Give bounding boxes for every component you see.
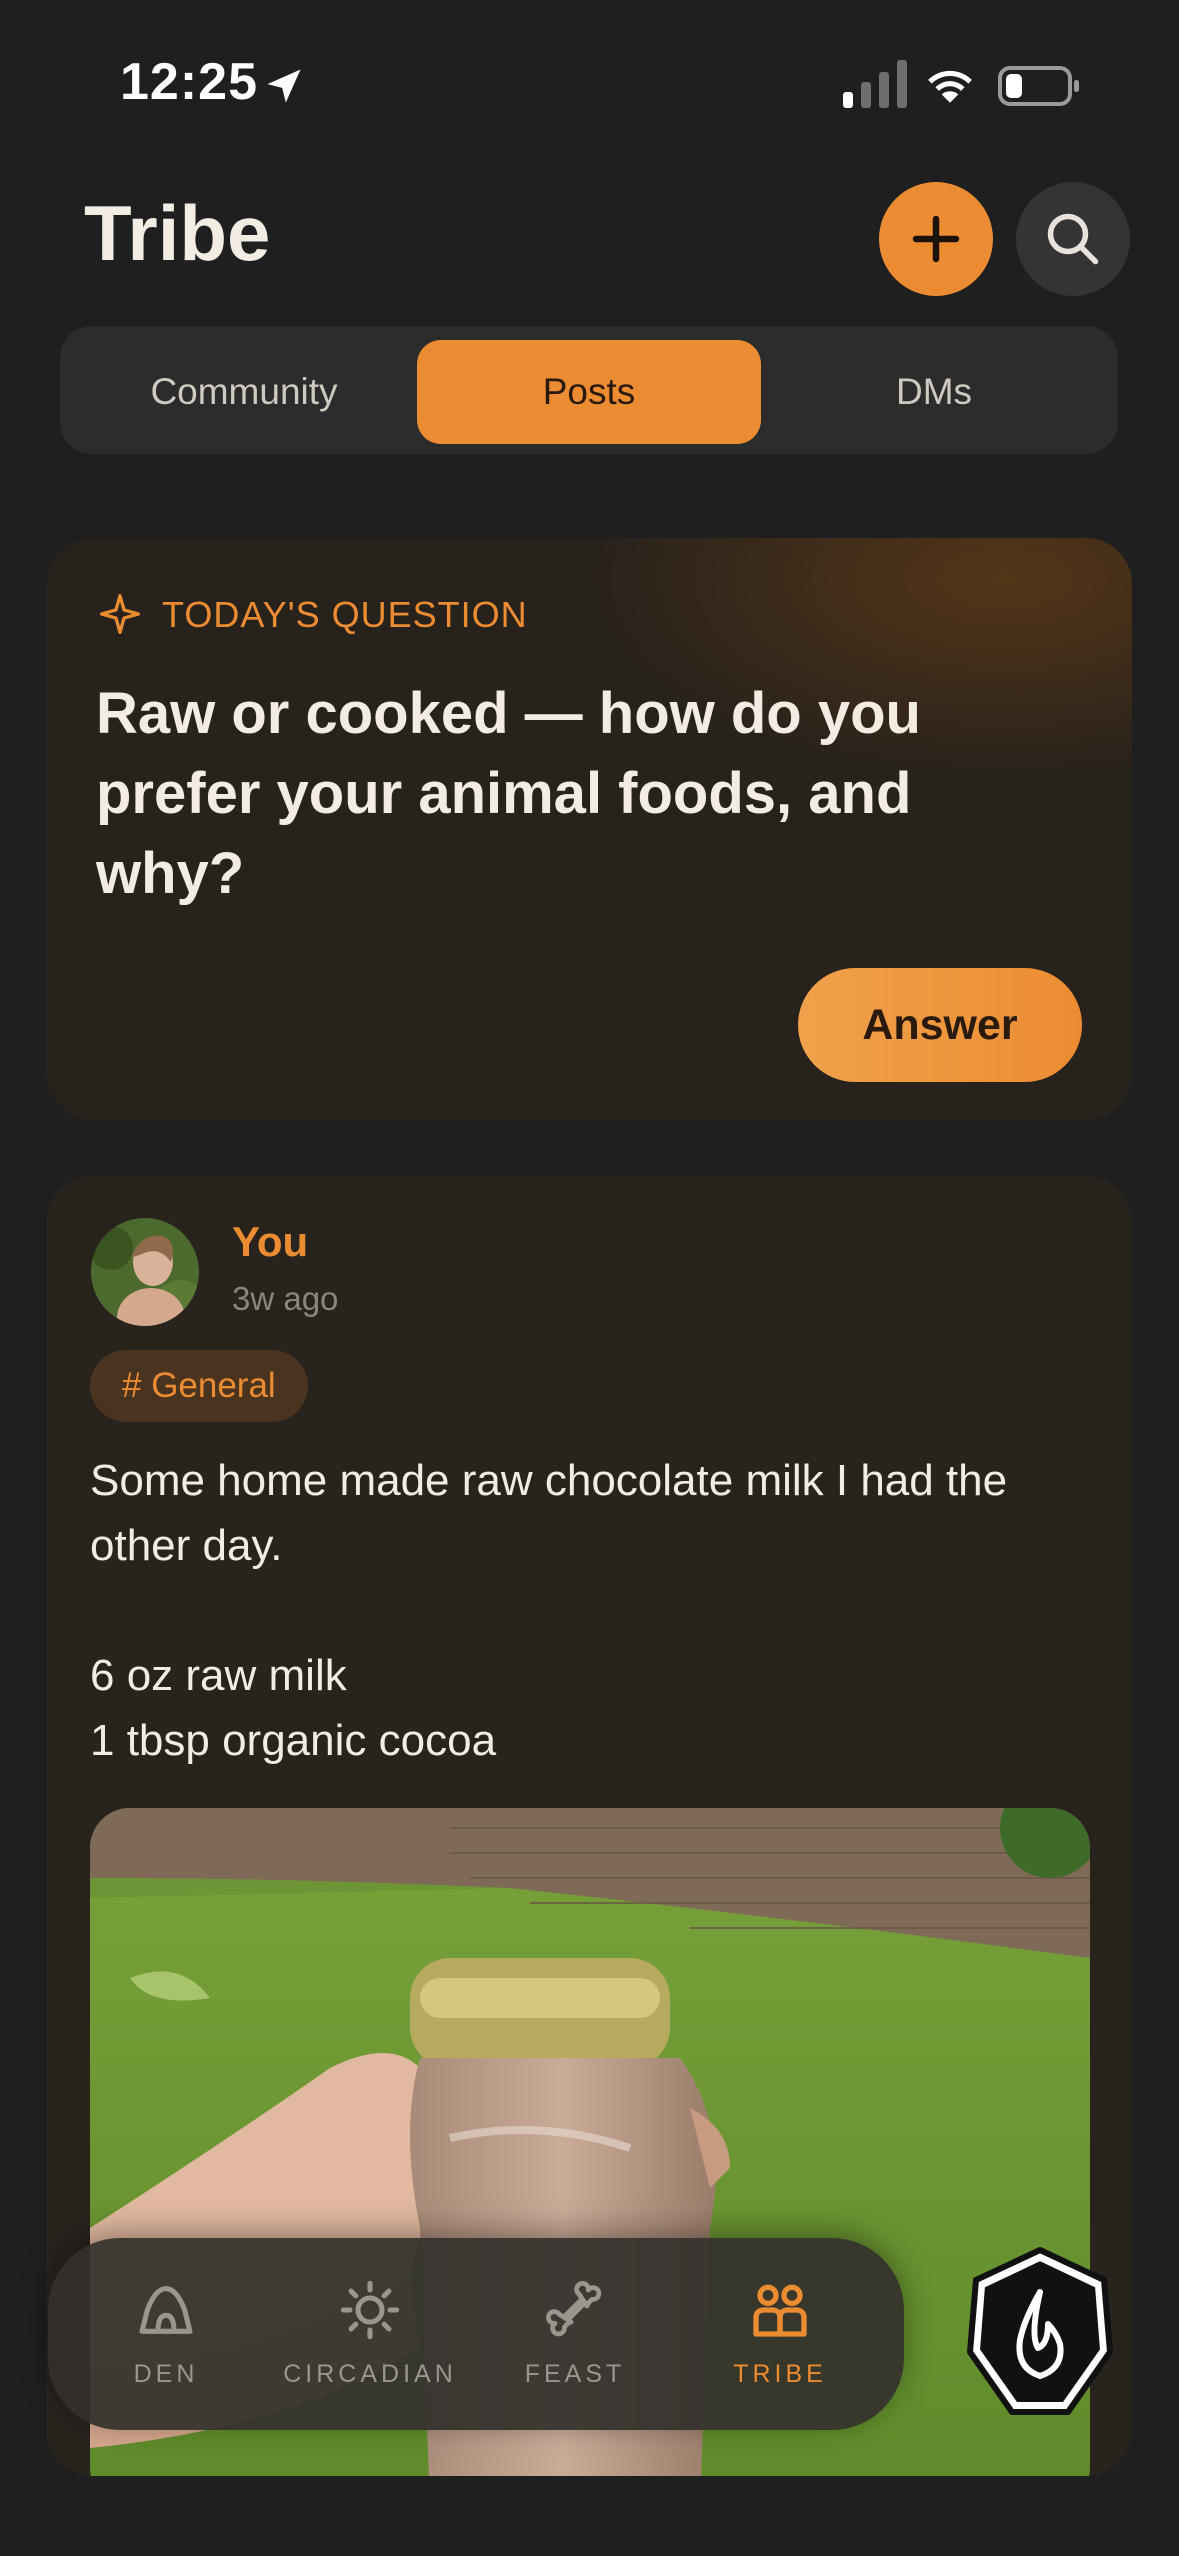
den-icon: [139, 2286, 193, 2334]
sparkle-icon: [100, 594, 140, 634]
plus-icon: [912, 215, 960, 263]
nav-label: FEAST: [524, 2360, 626, 2388]
wifi-icon: [928, 70, 972, 103]
segmented-tabs: Community Posts DMs: [60, 326, 1118, 454]
page-title: Tribe: [84, 189, 271, 277]
nav-item-feast[interactable]: FEAST: [485, 2278, 665, 2408]
tribe-icon: [753, 2284, 807, 2337]
search-button[interactable]: [1016, 182, 1130, 296]
nav-label: CIRCADIAN: [283, 2360, 457, 2388]
nav-label: DEN: [133, 2360, 199, 2388]
bone-icon: [546, 2281, 602, 2337]
avatar[interactable]: [91, 1218, 199, 1326]
post-body-line: 6 oz raw milk: [90, 1651, 347, 1700]
todays-question-card: TODAY'S QUESTION Raw or cooked — how do …: [46, 538, 1132, 1120]
location-arrow-icon: [267, 69, 301, 103]
post-body: Some home made raw chocolate milk I had …: [90, 1448, 1090, 1773]
post-body-line: Some home made raw chocolate milk I had …: [90, 1456, 1008, 1570]
new-post-button[interactable]: [879, 182, 993, 296]
tab-community[interactable]: Community: [74, 340, 414, 444]
question-label: TODAY'S QUESTION: [162, 594, 528, 635]
bottom-nav: DEN CIRCADIAN FEAST TRIBE: [48, 2238, 904, 2430]
tab-posts[interactable]: Posts: [417, 340, 761, 444]
post-timestamp: 3w ago: [232, 1280, 339, 1317]
post-body-line: [90, 1578, 1090, 1643]
search-icon: [1047, 213, 1099, 265]
status-time: 12:25: [120, 53, 258, 111]
cellular-signal-icon: [843, 60, 907, 108]
nav-item-circadian[interactable]: CIRCADIAN: [280, 2278, 460, 2408]
flame-icon[interactable]: [964, 2244, 1116, 2420]
tab-dms[interactable]: DMs: [764, 340, 1104, 444]
post-tag[interactable]: # General: [90, 1350, 308, 1422]
post-body-line: 1 tbsp organic cocoa: [90, 1716, 497, 1765]
nav-label: TRIBE: [733, 2360, 827, 2388]
nav-item-den[interactable]: DEN: [76, 2278, 256, 2408]
battery-icon: [998, 66, 1079, 106]
post-author[interactable]: You: [232, 1218, 308, 1266]
nav-item-tribe[interactable]: TRIBE: [690, 2278, 870, 2408]
sun-icon: [340, 2280, 400, 2340]
question-text: Raw or cooked — how do you prefer your a…: [96, 681, 921, 906]
answer-button[interactable]: Answer: [798, 968, 1082, 1082]
